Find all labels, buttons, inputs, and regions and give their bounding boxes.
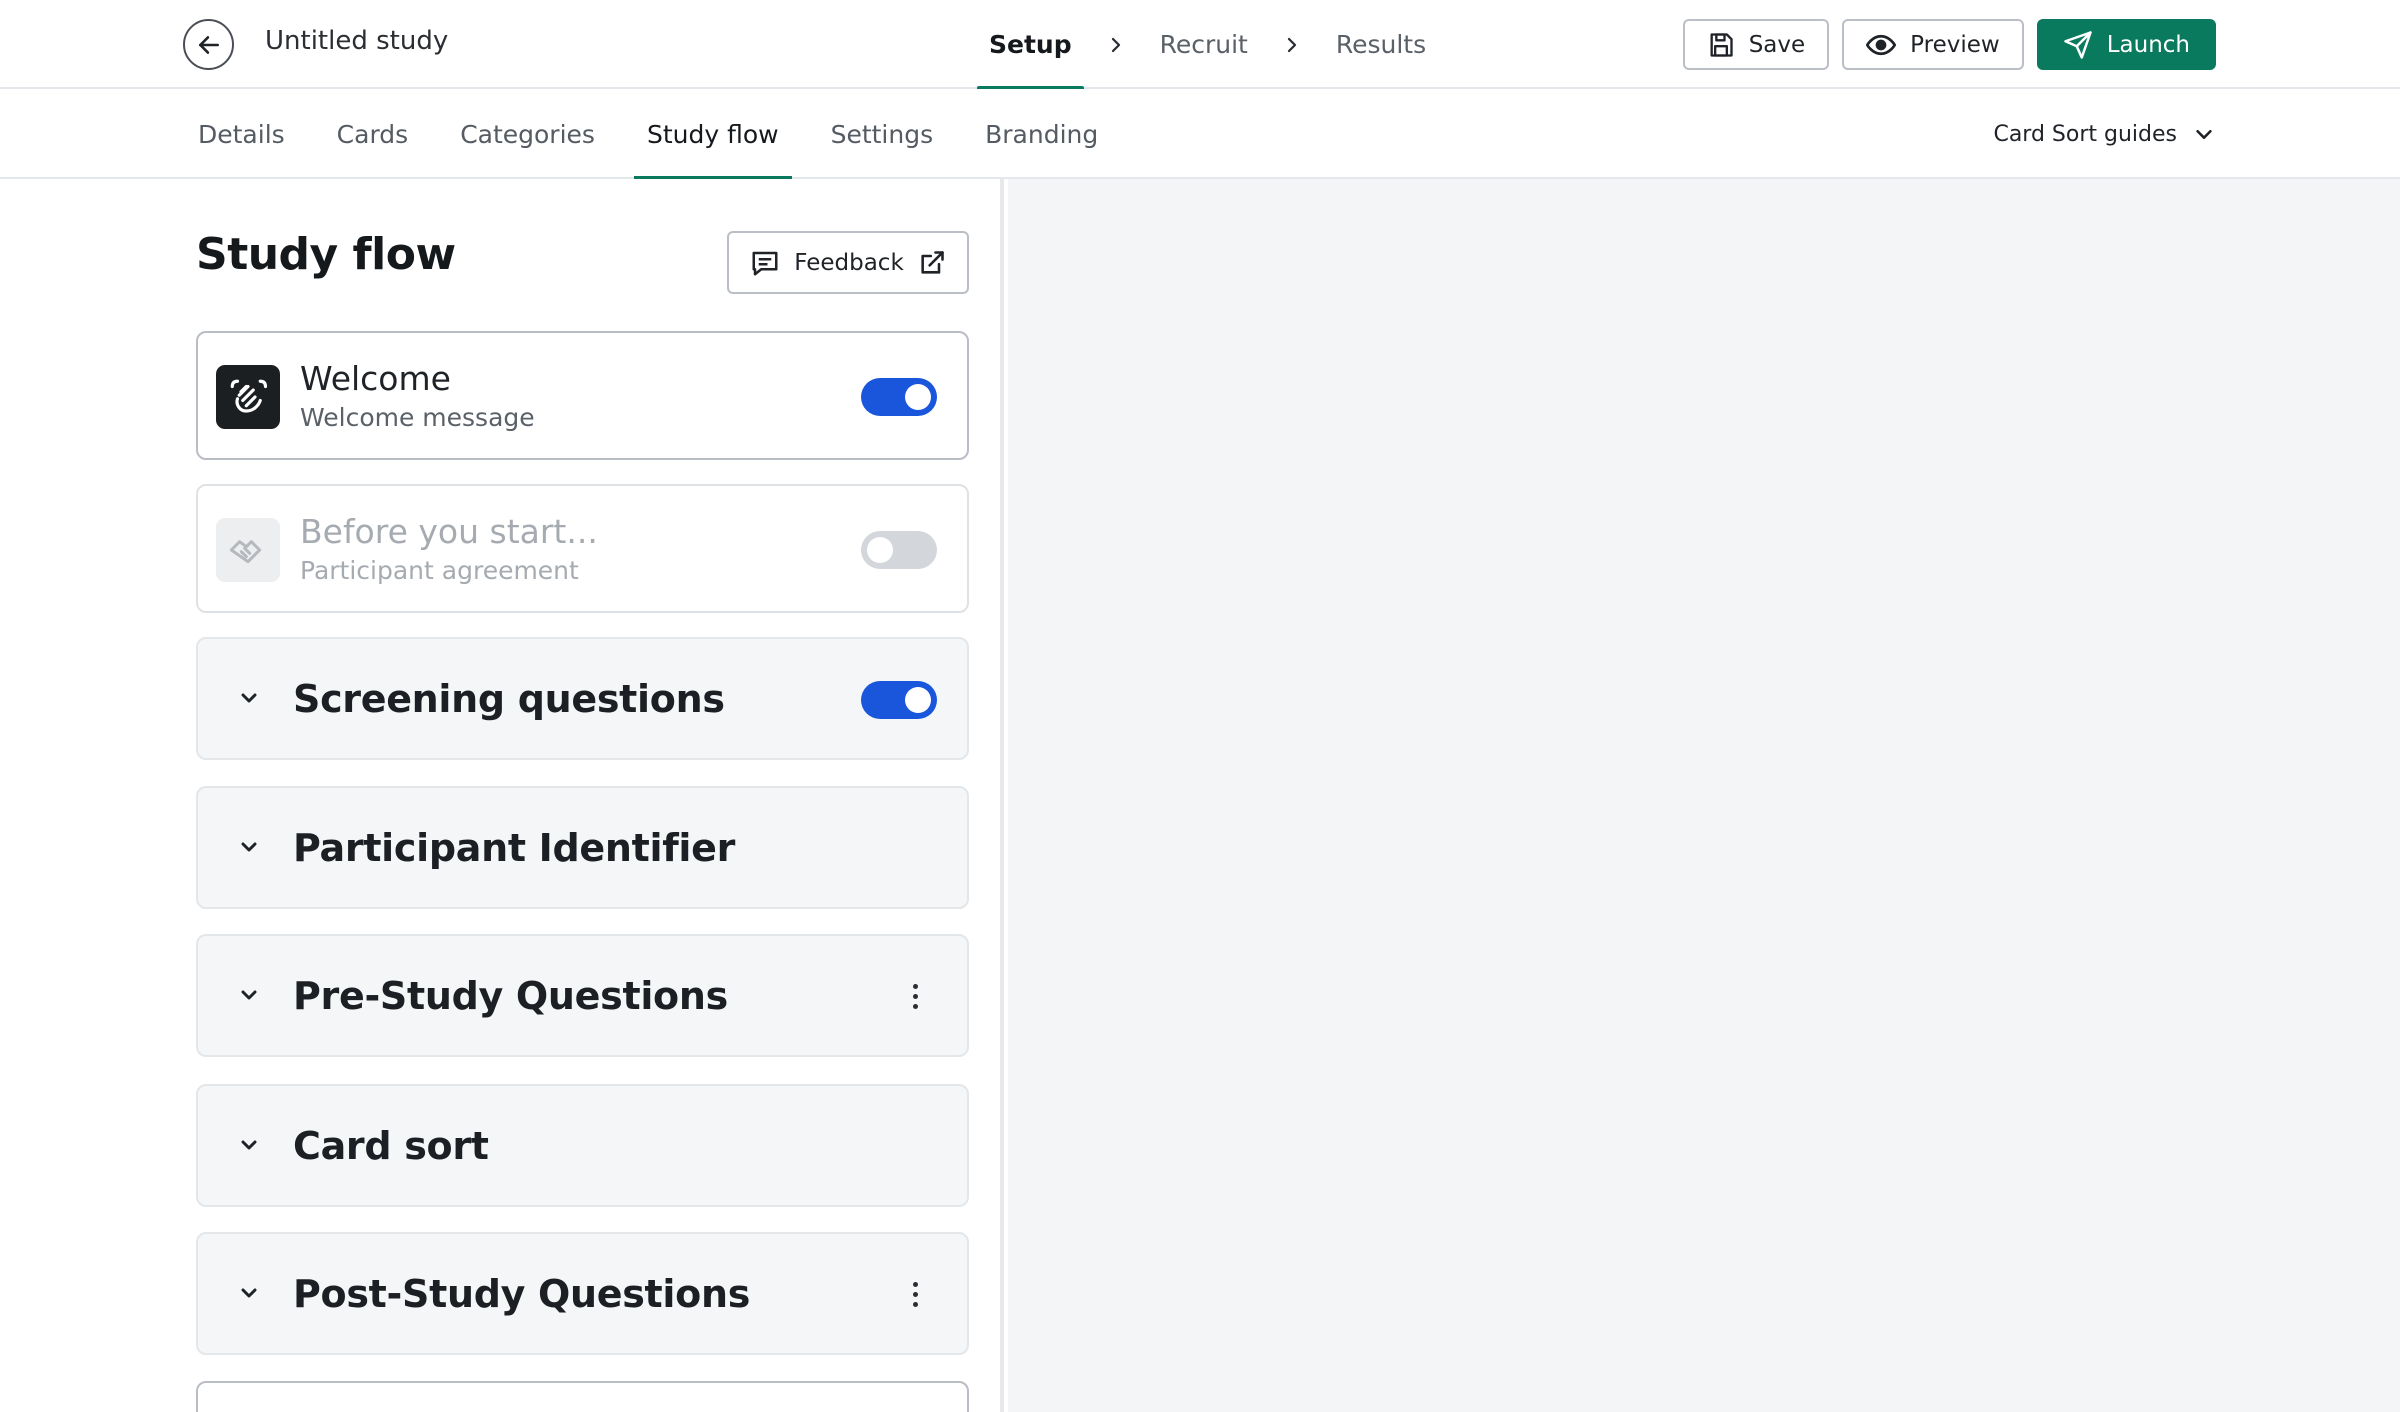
section-pre-study-questions[interactable]: Pre-Study Questions — [196, 934, 969, 1057]
welcome-title: Welcome — [300, 359, 451, 398]
header-actions: Save Preview Launch — [1682, 19, 2216, 70]
launch-label: Launch — [2106, 31, 2190, 58]
save-label: Save — [1748, 31, 1806, 58]
arrow-left-icon — [198, 35, 219, 54]
step-label: Results — [1335, 30, 1427, 59]
toggle-knob — [905, 687, 931, 713]
section-participant-identifier[interactable]: Participant Identifier — [196, 786, 969, 909]
participant-agreement-card[interactable]: Before you start... Participant agreemen… — [196, 484, 969, 613]
tab-cards[interactable]: Cards — [324, 89, 422, 179]
top-bar: Untitled study Setup Recruit Results Sav… — [0, 0, 2400, 91]
launch-button[interactable]: Launch — [2036, 19, 2216, 70]
participant-agreement-toggle[interactable] — [861, 531, 937, 569]
step-label: Recruit — [1159, 30, 1248, 59]
section-card-sort[interactable]: Card sort — [196, 1084, 969, 1207]
chevron-right-icon — [1262, 0, 1322, 89]
setup-tabs: Details Cards Categories Study flow Sett… — [185, 89, 1137, 181]
chevron-down-icon[interactable] — [234, 1278, 264, 1308]
screening-questions-toggle[interactable] — [861, 681, 937, 719]
floppy-disk-icon — [1710, 32, 1733, 57]
paper-plane-icon — [2063, 30, 2092, 59]
preview-label: Preview — [1910, 31, 2000, 58]
feedback-label: Feedback — [794, 249, 904, 276]
handshake-icon — [216, 518, 280, 582]
toggle-knob — [867, 537, 893, 563]
chevron-down-icon[interactable] — [234, 980, 264, 1010]
eye-icon — [1866, 34, 1897, 55]
welcome-subtitle: Welcome message — [300, 403, 535, 432]
section-title: Card sort — [293, 1124, 489, 1168]
section-screening-questions[interactable]: Screening questions — [196, 637, 969, 760]
chevron-down-icon — [2196, 129, 2212, 139]
external-link-icon — [921, 250, 944, 274]
welcome-card[interactable]: Welcome Welcome message — [196, 331, 969, 460]
tab-settings[interactable]: Settings — [818, 89, 947, 179]
preview-button[interactable]: Preview — [1842, 19, 2024, 70]
next-flow-card[interactable] — [196, 1381, 969, 1412]
guides-label: Card Sort guides — [1993, 121, 2177, 147]
before-start-title: Before you start... — [300, 512, 598, 551]
feedback-button[interactable]: Feedback — [727, 231, 969, 294]
section-title: Post-Study Questions — [293, 1272, 751, 1316]
preview-area — [1008, 179, 2400, 1412]
more-options-icon[interactable] — [905, 976, 925, 1016]
chevron-down-icon[interactable] — [234, 683, 264, 713]
message-icon — [752, 251, 778, 275]
study-flow-panel: Study flow Feedback Welcome Welcome mess… — [0, 179, 1004, 1412]
card-sort-guides-dropdown[interactable]: Card Sort guides — [1993, 89, 2215, 179]
step-nav: Setup Recruit Results — [975, 0, 1440, 91]
study-title[interactable]: Untitled study — [265, 26, 448, 56]
page-title: Study flow — [196, 229, 456, 280]
welcome-toggle[interactable] — [861, 378, 937, 416]
step-recruit[interactable]: Recruit — [1146, 0, 1262, 89]
tab-details[interactable]: Details — [185, 89, 298, 179]
step-label: Setup — [989, 30, 1072, 59]
section-title: Participant Identifier — [293, 826, 736, 870]
tab-categories[interactable]: Categories — [447, 89, 608, 179]
save-button[interactable]: Save — [1682, 19, 1830, 70]
before-start-subtitle: Participant agreement — [300, 556, 579, 585]
sub-nav: Details Cards Categories Study flow Sett… — [0, 89, 2400, 181]
tab-study-flow[interactable]: Study flow — [633, 89, 792, 181]
section-title: Screening questions — [293, 677, 725, 721]
chevron-down-icon[interactable] — [234, 832, 264, 862]
chevron-down-icon[interactable] — [234, 1130, 264, 1160]
step-results[interactable]: Results — [1322, 0, 1440, 89]
back-button[interactable] — [183, 19, 234, 70]
tab-branding[interactable]: Branding — [972, 89, 1111, 179]
section-title: Pre-Study Questions — [293, 974, 728, 1018]
more-options-icon[interactable] — [905, 1274, 925, 1314]
chevron-right-icon — [1086, 0, 1146, 89]
step-setup[interactable]: Setup — [975, 0, 1086, 91]
waving-hand-icon — [216, 365, 280, 429]
section-post-study-questions[interactable]: Post-Study Questions — [196, 1232, 969, 1355]
toggle-knob — [905, 384, 931, 410]
